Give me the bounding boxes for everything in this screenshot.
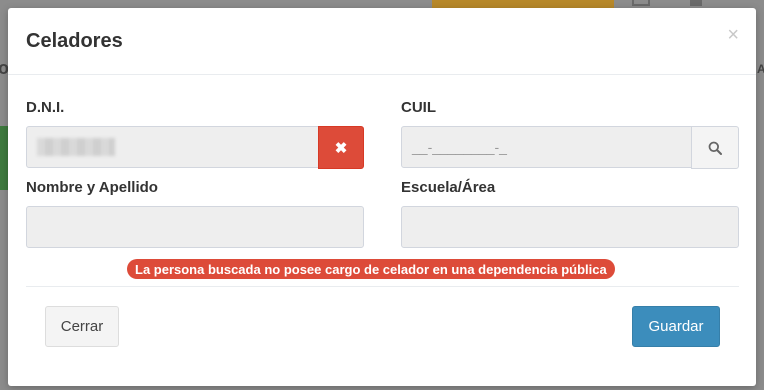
environment-banner — [432, 0, 614, 8]
dni-label: D.N.I. — [26, 99, 65, 116]
dni-redacted-value — [37, 138, 115, 156]
cuil-input[interactable]: __-________-_ — [401, 126, 692, 168]
close-modal-button[interactable]: Cerrar — [45, 306, 119, 347]
footer-divider — [26, 286, 739, 287]
background-icon — [690, 0, 702, 6]
times-icon: ✖ — [334, 139, 348, 157]
modal-header: Celadores × — [8, 8, 756, 75]
close-button[interactable]: × — [727, 25, 739, 45]
save-button[interactable]: Guardar — [632, 306, 720, 347]
cuil-label: CUIL — [401, 99, 436, 116]
dni-input[interactable] — [26, 126, 319, 168]
nombre-input[interactable] — [26, 206, 364, 248]
background-icon — [632, 0, 650, 6]
error-message-badge: La persona buscada no posee cargo de cel… — [127, 259, 615, 279]
escuela-label: Escuela/Área — [401, 179, 496, 196]
escuela-input[interactable] — [401, 206, 739, 248]
search-icon — [708, 141, 722, 155]
nombre-label: Nombre y Apellido — [26, 179, 158, 196]
clear-dni-button[interactable]: ✖ — [318, 126, 364, 169]
search-cuil-button[interactable] — [691, 126, 739, 169]
background-text-fragment: A — [757, 62, 764, 76]
celadores-modal: Celadores × D.N.I. ✖ CUIL __-________-_ … — [8, 8, 756, 386]
cuil-mask: __-________-_ — [412, 139, 507, 155]
background-sidebar-accent — [0, 126, 8, 190]
modal-title: Celadores — [26, 30, 123, 52]
